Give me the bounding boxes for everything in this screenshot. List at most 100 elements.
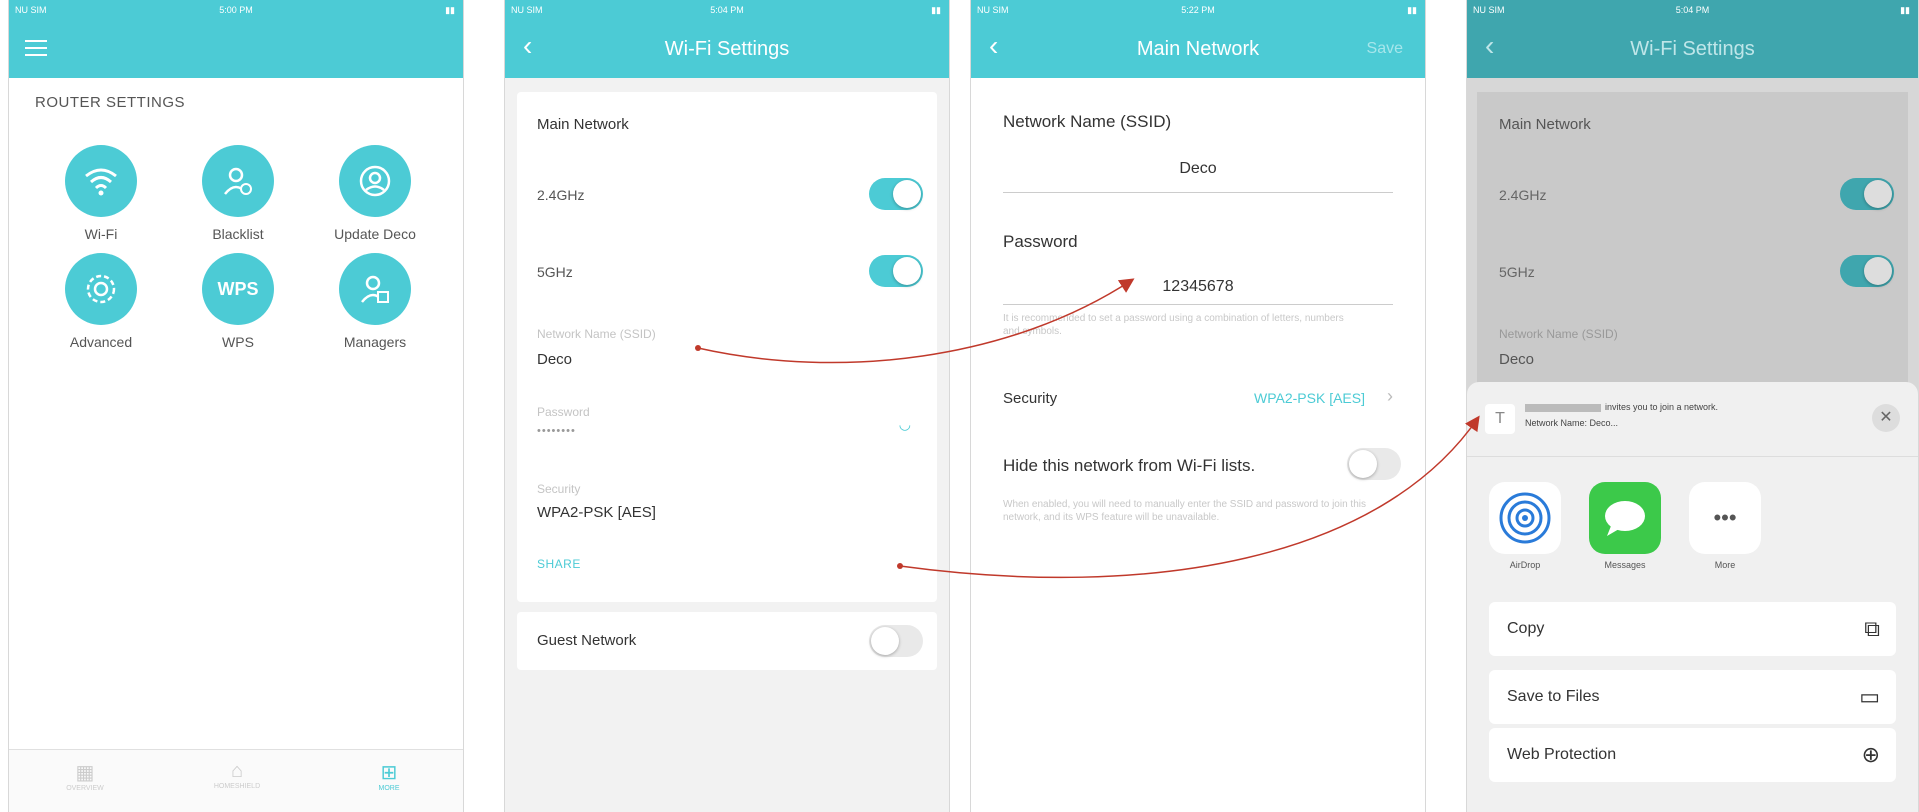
eye-icon[interactable]: ◡ (899, 416, 911, 433)
hide-network-hint: When enabled, you will need to manually … (1003, 499, 1366, 523)
more-label: More (1714, 560, 1736, 570)
share-header: T invites you to join a network. Network… (1467, 382, 1918, 457)
share-link[interactable]: SHARE (537, 557, 581, 571)
guest-network-card: Guest Network (517, 612, 937, 670)
navbar (9, 20, 463, 78)
main-network-heading: Main Network (1499, 116, 1591, 133)
phone-share-sheet: NU SIM 5:04 PM ▮▮ ‹ Wi-Fi Settings Main … (1466, 0, 1919, 812)
band-24-label: 2.4GHz (1499, 187, 1547, 203)
ssid-label: Network Name (SSID) (1003, 112, 1172, 131)
more-icon: ⊞ (380, 762, 398, 784)
more-dots-icon[interactable]: ••• (1689, 482, 1761, 554)
gear-icon[interactable] (65, 253, 137, 325)
band-5-label: 5GHz (537, 264, 573, 280)
status-bar: NU SIM 5:04 PM ▮▮ (505, 0, 949, 20)
globe-icon: ⊕ (1861, 742, 1880, 767)
invite-line2: Network Name: Deco... (1525, 418, 1619, 428)
tab-overview[interactable]: ▦ OVERVIEW (45, 760, 125, 792)
managers-icon[interactable] (339, 253, 411, 325)
tab-homeshield[interactable]: ⌂ HOMESHIELD (197, 760, 277, 790)
tab-more[interactable]: ⊞ MORE (349, 760, 429, 792)
password-input[interactable]: 12345678 (1003, 278, 1393, 305)
band-24-toggle[interactable] (869, 178, 923, 210)
battery-icon: ▮▮ (1407, 5, 1417, 15)
invite-line1: invites you to join a network. (1605, 402, 1719, 412)
page-title: Wi-Fi Settings (1630, 38, 1755, 60)
save-button[interactable]: Save (1367, 40, 1403, 58)
page-title: Main Network (1136, 38, 1260, 60)
web-protection-action[interactable]: Web Protection ⊕ (1489, 728, 1896, 782)
password-hint: It is recommended to set a password usin… (1003, 313, 1344, 337)
band-24-label: 2.4GHz (537, 187, 585, 203)
icon-label-managers: Managers (343, 334, 407, 350)
clock-label: 5:04 PM (1675, 5, 1710, 15)
airdrop-label: AirDrop (1509, 560, 1541, 570)
ssid-label: Network Name (SSID) (537, 327, 656, 341)
guest-network-toggle[interactable] (869, 625, 923, 657)
text-doc-icon: T (1485, 404, 1515, 434)
update-icon[interactable] (339, 145, 411, 217)
band-5-toggle[interactable] (1840, 255, 1894, 287)
band-5-toggle[interactable] (869, 255, 923, 287)
security-value: WPA2-PSK [AES] (537, 504, 656, 521)
folder-icon: ▭ (1859, 684, 1880, 709)
tab-bar: ▦ OVERVIEW ⌂ HOMESHIELD ⊞ MORE (9, 749, 463, 812)
phone-wifi-settings: NU SIM 5:04 PM ▮▮ ‹ Wi-Fi Settings Main … (504, 0, 950, 812)
close-icon[interactable]: ✕ (1872, 404, 1900, 432)
copy-icon: ⧉ (1864, 616, 1880, 641)
phone-main-network: NU SIM 5:22 PM ▮▮ ‹ Main Network Save Ne… (970, 0, 1426, 812)
ssid-value: Deco (537, 351, 573, 368)
navbar: ‹ Wi-Fi Settings (505, 20, 949, 78)
wifi-icon[interactable] (65, 145, 137, 217)
main-network-heading: Main Network (537, 116, 629, 133)
main-network-card: Main Network 2.4GHz 5GHz Network Name (S… (517, 92, 937, 602)
guest-network-label: Guest Network (537, 632, 637, 649)
battery-icon: ▮▮ (931, 5, 941, 15)
hamburger-menu-icon[interactable] (25, 40, 47, 61)
security-label: Security (537, 482, 581, 496)
battery-icon: ▮▮ (445, 5, 455, 15)
tab-overview-label: OVERVIEW (66, 785, 104, 792)
save-to-files-label: Save to Files (1507, 688, 1600, 705)
band-5-label: 5GHz (1499, 264, 1535, 280)
status-bar: NU SIM 5:04 PM ▮▮ (1467, 0, 1918, 20)
security-value[interactable]: WPA2-PSK [AES] (1254, 390, 1365, 406)
password-label: Password (537, 405, 590, 419)
tab-more-label: MORE (378, 785, 400, 792)
icon-label-wps: WPS (222, 334, 254, 350)
dimmed-card: Main Network 2.4GHz 5GHz Network Name (S… (1477, 92, 1908, 392)
overview-icon: ▦ (75, 762, 95, 784)
page-title: Wi-Fi Settings (664, 38, 790, 60)
password-value: •••••••• (537, 425, 576, 437)
wps-text: WPS (217, 278, 259, 299)
homeshield-icon: ⌂ (230, 760, 244, 782)
blacklist-icon[interactable] (202, 145, 274, 217)
clock-label: 5:04 PM (710, 5, 744, 15)
hide-network-toggle[interactable] (1347, 448, 1401, 480)
ssid-input[interactable]: Deco (1003, 160, 1393, 193)
ssid-value: Deco (1499, 351, 1535, 368)
icon-label-advanced: Advanced (69, 334, 133, 350)
icon-label-update: Update Deco (334, 226, 416, 242)
status-bar: NU SIM 5:22 PM ▮▮ (971, 0, 1425, 20)
password-label: Password (1003, 232, 1078, 251)
battery-icon: ▮▮ (1900, 5, 1910, 15)
copy-label: Copy (1507, 620, 1545, 637)
tab-homeshield-label: HOMESHIELD (213, 783, 261, 790)
copy-action[interactable]: Copy ⧉ (1489, 602, 1896, 656)
wps-icon[interactable]: WPS (202, 253, 274, 325)
band-24-toggle[interactable] (1840, 178, 1894, 210)
share-sheet: T invites you to join a network. Network… (1467, 382, 1918, 812)
messages-icon[interactable] (1589, 482, 1661, 554)
web-protection-label: Web Protection (1507, 746, 1617, 763)
redacted-name (1525, 404, 1601, 412)
hide-network-label: Hide this network from Wi-Fi lists. (1003, 456, 1256, 475)
save-to-files-action[interactable]: Save to Files ▭ (1489, 670, 1896, 724)
security-label: Security (1003, 390, 1058, 407)
icon-label-blacklist: Blacklist (212, 226, 264, 242)
section-title: ROUTER SETTINGS (35, 94, 186, 111)
chevron-right-icon: › (1387, 386, 1393, 406)
airdrop-icon[interactable] (1489, 482, 1561, 554)
status-bar: NU SIM 5:00 PM ▮▮ (9, 0, 463, 20)
navbar: ‹ Main Network Save (971, 20, 1425, 78)
